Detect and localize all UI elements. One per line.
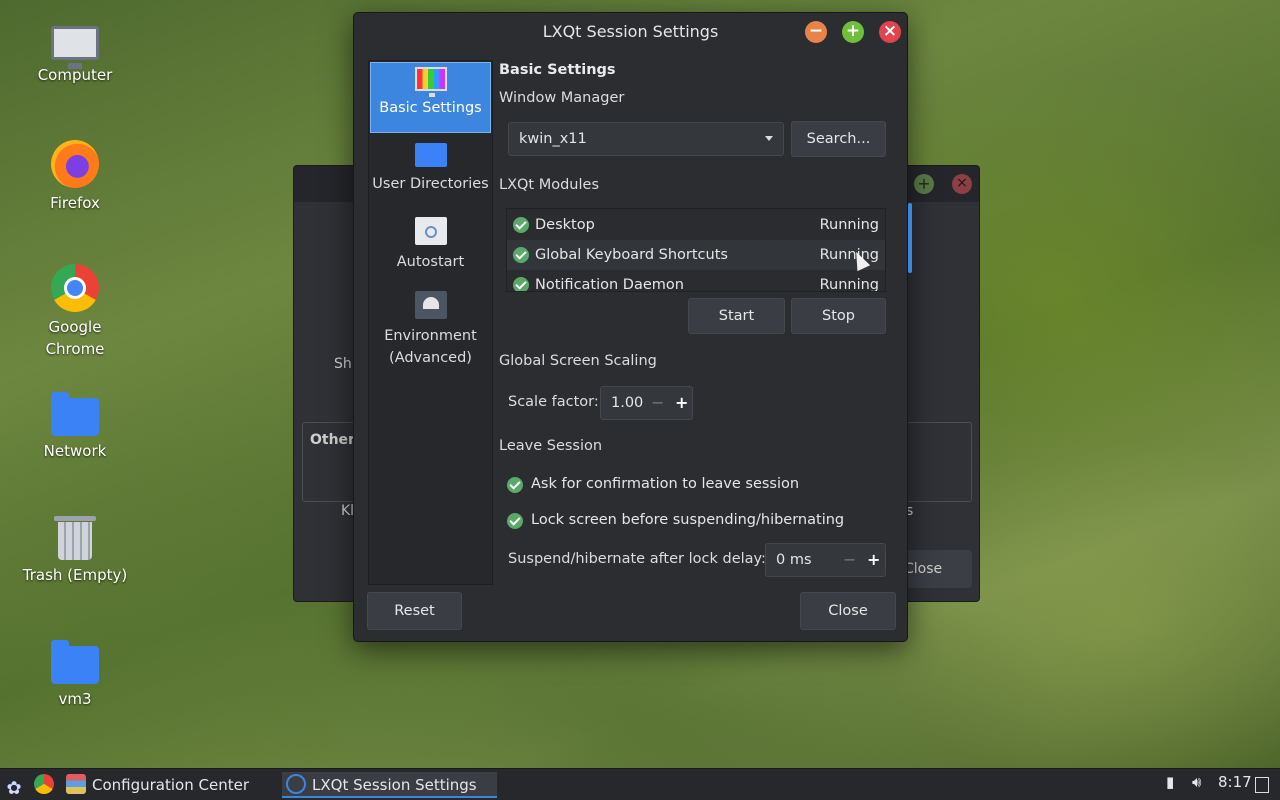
maximize-icon[interactable]: + <box>842 21 864 43</box>
plus-icon[interactable]: + <box>867 544 880 576</box>
lock-delay-spinbox[interactable]: 0 ms − + <box>765 543 886 577</box>
module-name: Notification Daemon <box>535 277 684 292</box>
minus-icon[interactable]: − <box>843 544 856 576</box>
trash-icon <box>54 516 96 560</box>
firefox-icon <box>51 140 99 188</box>
desktop-icon-trash[interactable]: Trash (Empty) <box>10 512 140 586</box>
module-name: Desktop <box>535 217 595 233</box>
lxqt-menu-icon: ✿ <box>6 778 22 799</box>
reset-button[interactable]: Reset <box>367 592 462 630</box>
list-item[interactable]: Desktop Running <box>507 210 885 240</box>
task-session-settings[interactable]: LXQt Session Settings <box>282 772 497 798</box>
sidebar-item-environment[interactable]: Environment (Advanced) <box>370 287 491 371</box>
sidebar-item-label: User Directories <box>372 176 489 192</box>
task-label: Configuration Center <box>92 776 249 794</box>
desktop-icon-label: Google Chrome <box>45 318 105 358</box>
quicklaunch-chrome[interactable] <box>34 772 58 798</box>
folder-icon <box>414 143 447 167</box>
monitor-icon <box>414 67 447 97</box>
modules-label: LXQt Modules <box>499 177 599 193</box>
desktop-icon-chrome[interactable]: Google Chrome <box>10 264 140 360</box>
sidebar-item-autostart[interactable]: Autostart <box>370 213 491 279</box>
minimize-icon[interactable]: − <box>805 21 827 43</box>
chevron-down-icon <box>765 136 773 141</box>
background-group-title: Other <box>310 432 355 448</box>
desktop-icon-network[interactable]: Network <box>10 388 140 462</box>
sidebar: Basic Settings User Directories Autostar… <box>368 60 493 585</box>
configuration-center-icon <box>66 774 86 794</box>
basic-settings-page: Basic Settings Window Manager kwin_x11 S… <box>499 60 912 585</box>
home-folder-icon <box>51 640 99 684</box>
scaling-label: Global Screen Scaling <box>499 353 657 369</box>
modules-list[interactable]: Desktop Running Global Keyboard Shortcut… <box>506 208 886 292</box>
start-button[interactable]: Start <box>688 298 785 334</box>
checkbox-label: Ask for confirmation to leave session <box>531 476 800 492</box>
autostart-icon <box>414 217 447 245</box>
check-icon <box>507 477 523 493</box>
removable-media-icon[interactable]: ▮ <box>1166 773 1174 791</box>
session-settings-window[interactable]: LXQt Session Settings − + × Basic Settin… <box>353 12 912 642</box>
plus-icon[interactable]: + <box>675 387 688 419</box>
close-icon[interactable]: × <box>952 174 972 194</box>
task-configuration-center[interactable]: Configuration Center <box>64 772 276 798</box>
checkbox-label: Lock screen before suspending/hibernatin… <box>531 512 845 528</box>
sidebar-item-basic-settings[interactable]: Basic Settings <box>370 62 491 133</box>
window-manager-label: Window Manager <box>499 90 625 106</box>
delay-label: Suspend/hibernate after lock delay: <box>508 551 766 567</box>
chrome-icon <box>34 774 54 794</box>
volume-icon[interactable]: 🔊︎ <box>1192 773 1201 791</box>
window-manager-select[interactable]: kwin_x11 <box>508 122 784 156</box>
page-title: Basic Settings <box>499 62 616 78</box>
sidebar-item-label: Environment (Advanced) <box>384 328 477 366</box>
scale-factor-spinbox[interactable]: 1.00 − + <box>600 386 693 420</box>
lock-delay-value: 0 ms <box>776 552 812 568</box>
close-icon[interactable]: × <box>879 21 901 43</box>
maximize-icon[interactable]: + <box>914 174 934 194</box>
close-button[interactable]: Close <box>800 592 896 630</box>
desktop-icon-label: vm3 <box>58 690 92 708</box>
scale-factor-value: 1.00 <box>611 395 644 411</box>
desktop-icon-vm3[interactable]: vm3 <box>10 636 140 710</box>
leave-session-label: Leave Session <box>499 438 603 454</box>
sidebar-item-label: Basic Settings <box>379 100 482 116</box>
sidebar-item-label: Autostart <box>396 254 465 270</box>
list-item[interactable]: Global Keyboard Shortcuts Running <box>507 240 885 270</box>
desktop-icon-label: Network <box>43 442 107 460</box>
sidebar-item-user-directories[interactable]: User Directories <box>370 139 491 205</box>
clock[interactable]: 8:17 <box>1218 773 1252 791</box>
desktop-icon-label: Firefox <box>50 194 100 212</box>
task-label: LXQt Session Settings <box>312 776 477 794</box>
lxqt-icon <box>286 774 306 794</box>
desktop-icon-computer[interactable]: Computer <box>10 18 140 86</box>
minus-icon[interactable]: − <box>651 387 664 419</box>
chrome-icon <box>51 264 99 312</box>
network-folder-icon <box>51 392 99 436</box>
check-icon <box>513 217 529 233</box>
module-status: Running <box>819 277 879 292</box>
module-name: Global Keyboard Shortcuts <box>535 247 728 263</box>
window-manager-value: kwin_x11 <box>519 131 587 147</box>
scale-factor-label: Scale factor: <box>508 394 599 410</box>
check-icon <box>513 277 529 291</box>
modules-scrollbar[interactable] <box>908 203 912 273</box>
taskbar: ✿ Configuration Center LXQt Session Sett… <box>0 768 1280 800</box>
check-icon <box>513 247 529 263</box>
list-item[interactable]: Notification Daemon Running <box>507 270 885 292</box>
stop-button[interactable]: Stop <box>791 298 886 334</box>
search-button[interactable]: Search... <box>791 121 886 157</box>
environment-icon <box>414 291 447 319</box>
check-icon <box>507 513 523 529</box>
show-desktop-icon[interactable] <box>1255 777 1269 793</box>
module-status: Running <box>819 217 879 233</box>
app-menu-button[interactable]: ✿ <box>4 772 28 799</box>
computer-icon <box>51 26 99 69</box>
desktop-icon-label: Trash (Empty) <box>22 566 128 584</box>
window-titlebar[interactable]: LXQt Session Settings − + × <box>354 13 907 51</box>
desktop-icon-firefox[interactable]: Firefox <box>10 140 140 214</box>
background-text: Sh <box>334 356 352 372</box>
